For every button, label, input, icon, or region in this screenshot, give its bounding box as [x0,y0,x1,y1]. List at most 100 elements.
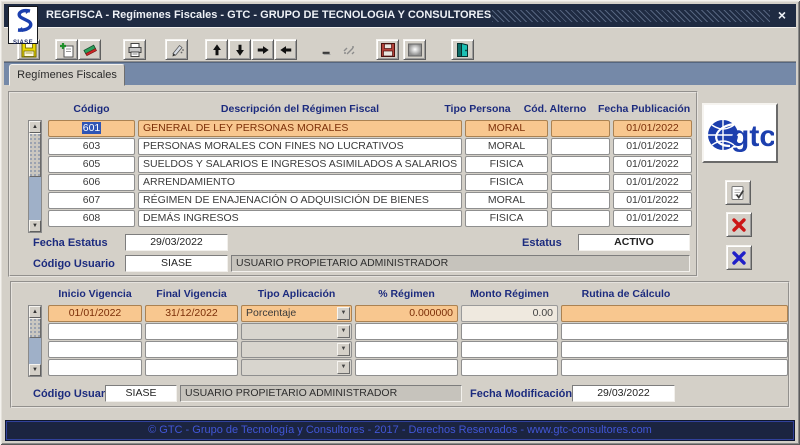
codigo-usuario-field[interactable]: SIASE [125,255,228,272]
table-cell-fecha[interactable]: 01/01/2022 [613,174,692,191]
table-cell-codigo[interactable]: 608 [48,210,135,227]
cancel-button[interactable] [726,245,752,270]
validate-record-button[interactable] [725,180,751,205]
table-cell-porcentaje[interactable] [355,341,458,358]
tipo-aplicacion-combobox[interactable]: ▼ [241,359,352,376]
table-cell-monto[interactable]: 0.00 [461,305,558,322]
chevron-down-icon[interactable]: ▼ [337,361,350,374]
table-cell-tipo[interactable]: MORAL [465,120,548,137]
table-cell-descripcion[interactable]: SUELDOS Y SALARIOS E INGRESOS ASIMILADOS… [138,156,462,173]
preview-button[interactable] [403,39,426,60]
table-cell-inicio[interactable]: 01/01/2022 [48,305,142,322]
next-record-button[interactable] [251,39,274,60]
titlebar-texture [492,10,770,22]
table-cell-fecha[interactable]: 01/01/2022 [613,120,692,137]
table-cell-monto[interactable] [461,341,558,358]
table-cell-alterno[interactable] [551,156,610,173]
fecha-estatus-field[interactable]: 29/03/2022 [125,234,228,251]
previous-record-button[interactable] [274,39,297,60]
table-cell-alterno[interactable] [551,192,610,209]
print-icon [127,42,143,58]
table-cell-descripcion[interactable]: ARRENDAMIENTO [138,174,462,191]
exit-button[interactable] [451,39,474,60]
table-cell-codigo[interactable]: 607 [48,192,135,209]
table-cell-descripcion[interactable]: GENERAL DE LEY PERSONAS MORALES [138,120,462,137]
table-cell-tipo[interactable]: FISICA [465,156,548,173]
table-cell-fecha[interactable]: 01/01/2022 [613,192,692,209]
table-cell-final[interactable]: 31/12/2022 [145,305,238,322]
table-cell-codigo[interactable]: 606 [48,174,135,191]
table-cell-alterno[interactable] [551,210,610,227]
codigo-usuario-label: Código Usuario [33,388,115,400]
table-cell-descripcion[interactable]: RÉGIMEN DE ENAJENACIÓN O ADQUISICIÓN DE … [138,192,462,209]
table-cell-inicio[interactable] [48,359,142,376]
table-cell-final[interactable] [145,341,238,358]
table-cell-alterno[interactable] [551,138,610,155]
table-cell-porcentaje[interactable] [355,323,458,340]
chevron-down-icon[interactable]: ▼ [337,325,350,338]
table-cell-tipo[interactable]: MORAL [465,138,548,155]
tab-regimenes-fiscales[interactable]: Regímenes Fiscales [9,64,125,86]
table-cell-descripcion[interactable]: PERSONAS MORALES CON FINES NO LUCRATIVOS [138,138,462,155]
save-special-button[interactable] [376,39,399,60]
col-header-descripcion: Descripción del Régimen Fiscal [138,103,462,115]
fiscal-table-scrollbar: ▲ ▼ [28,120,42,233]
table-cell-alterno[interactable] [551,120,610,137]
table-cell-codigo[interactable]: 601 [48,120,135,137]
print-button[interactable] [123,39,146,60]
table-cell-final[interactable] [145,323,238,340]
tipo-aplicacion-combobox[interactable]: Porcentaje▼ [241,305,352,322]
estatus-label: Estatus [522,237,562,249]
table-cell-codigo[interactable]: 605 [48,156,135,173]
table-cell-fecha[interactable]: 01/01/2022 [613,210,692,227]
table-cell-alterno[interactable] [551,174,610,191]
table-cell-rutina[interactable] [561,323,788,340]
edit-button[interactable] [165,39,188,60]
codigo-usuario-field[interactable]: SIASE [105,385,177,402]
move-up-button[interactable] [205,39,228,60]
table-cell-fecha[interactable]: 01/01/2022 [613,138,692,155]
scroll-up-icon[interactable]: ▲ [29,121,41,133]
col-header-rutina-calculo: Rutina de Cálculo [561,288,691,300]
scroll-thumb[interactable] [29,318,41,338]
table-cell-monto[interactable] [461,359,558,376]
scroll-thumb[interactable] [29,133,41,177]
table-cell-porcentaje[interactable]: 0.000000 [355,305,458,322]
new-record-button[interactable] [55,39,78,60]
scroll-down-icon[interactable]: ▼ [29,220,41,232]
tipo-aplicacion-combobox[interactable]: ▼ [241,323,352,340]
table-cell-inicio[interactable] [48,341,142,358]
estatus-field[interactable]: ACTIVO [578,234,690,251]
close-icon[interactable]: × [778,4,786,27]
scroll-down-icon[interactable]: ▼ [29,364,41,376]
scroll-track[interactable] [29,338,41,364]
table-cell-codigo[interactable]: 603 [48,138,135,155]
table-cell-fecha[interactable]: 01/01/2022 [613,156,692,173]
chevron-down-icon[interactable]: ▼ [337,307,350,320]
table-cell-rutina[interactable] [561,305,788,322]
fecha-modificacion-field[interactable]: 29/03/2022 [572,385,675,402]
siase-logo: SIASE [8,6,38,44]
table-cell-rutina[interactable] [561,359,788,376]
table-cell-final[interactable] [145,359,238,376]
table-cell-inicio[interactable] [48,323,142,340]
tipo-aplicacion-combobox[interactable]: ▼ [241,341,352,358]
options-tool-button[interactable] [338,39,360,60]
table-cell-tipo[interactable]: FISICA [465,210,548,227]
table-cell-tipo[interactable]: FISICA [465,174,548,191]
table-cell-tipo[interactable]: MORAL [465,192,548,209]
scroll-track[interactable] [29,177,41,220]
delete-record-button[interactable] [78,39,101,60]
table-cell-descripcion[interactable]: DEMÁS INGRESOS [138,210,462,227]
minimize-tool-button[interactable] [316,39,338,60]
siase-logo-icon [10,7,36,35]
table-cell-porcentaje[interactable] [355,359,458,376]
move-down-button[interactable] [228,39,251,60]
delete-confirm-button[interactable] [726,212,752,237]
col-header-porc-regimen: % Régimen [355,288,458,300]
scroll-up-icon[interactable]: ▲ [29,306,41,318]
arrow-up-icon [210,43,224,57]
table-cell-rutina[interactable] [561,341,788,358]
table-cell-monto[interactable] [461,323,558,340]
chevron-down-icon[interactable]: ▼ [337,343,350,356]
